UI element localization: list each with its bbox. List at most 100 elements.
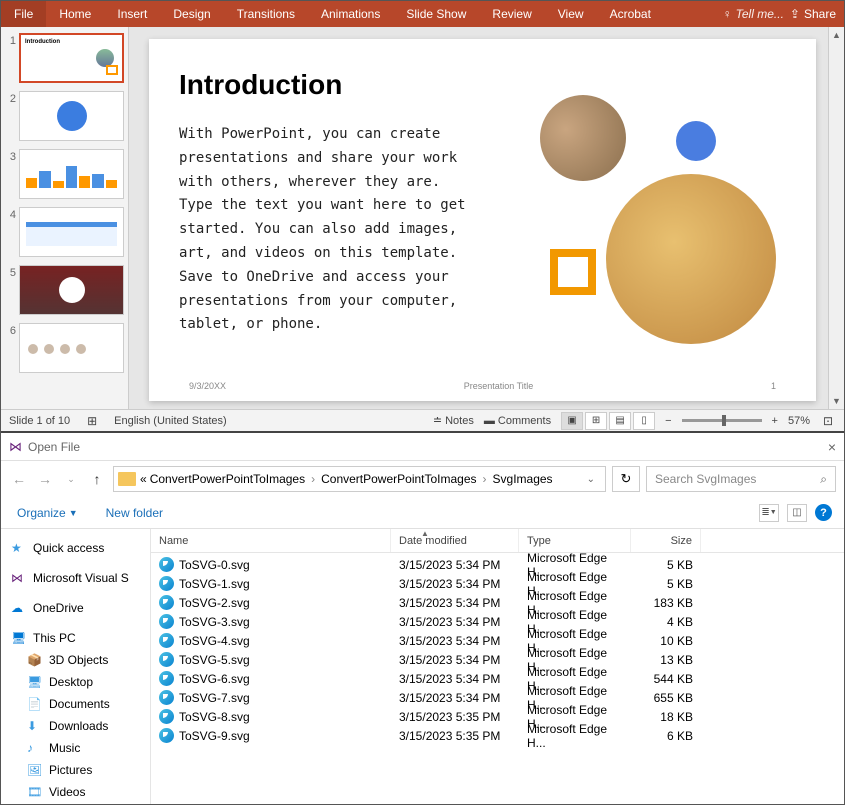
slide-body-text[interactable]: With PowerPoint, you can create presenta… (179, 123, 479, 337)
file-size: 5 KB (631, 555, 701, 574)
file-row[interactable]: ToSVG-4.svg3/15/2023 5:34 PMMicrosoft Ed… (151, 631, 844, 650)
edge-file-icon (159, 614, 174, 629)
refresh-button[interactable]: ↻ (612, 466, 640, 492)
thumbnail-6[interactable] (19, 323, 124, 373)
scroll-up-icon[interactable]: ▲ (829, 27, 844, 43)
reading-view-button[interactable]: ▤ (609, 412, 631, 430)
zoom-out-button[interactable]: − (665, 415, 671, 427)
scroll-down-icon[interactable]: ▼ (829, 393, 844, 409)
folder-icon: ♪ (27, 741, 43, 755)
nav-this-pc[interactable]: 🖥This PC (5, 627, 146, 649)
breadcrumb-seg[interactable]: ConvertPowerPointToImages (147, 470, 308, 488)
tab-insert[interactable]: Insert (104, 1, 160, 27)
slide-thumbnails[interactable]: 1Introduction 2 3 4 5 6 (1, 27, 129, 409)
folder-icon: 🎞 (27, 785, 43, 799)
thumbnail-5[interactable] (19, 265, 124, 315)
file-row[interactable]: ToSVG-0.svg3/15/2023 5:34 PMMicrosoft Ed… (151, 555, 844, 574)
thumbnail-3[interactable] (19, 149, 124, 199)
zoom-in-button[interactable]: + (772, 415, 778, 427)
tab-review[interactable]: Review (479, 1, 544, 27)
search-input[interactable]: Search SvgImages ⌕ (646, 466, 836, 492)
slide-shape-square[interactable] (550, 249, 596, 295)
accessibility-icon[interactable]: ⊞ (84, 413, 100, 429)
slideshow-view-button[interactable]: ▯ (633, 412, 655, 430)
chevron-right-icon[interactable]: › (311, 472, 315, 486)
thumbnail-4[interactable] (19, 207, 124, 257)
forward-button[interactable]: → (35, 469, 55, 489)
col-type[interactable]: Type (519, 529, 631, 552)
thumbnail-2[interactable] (19, 91, 124, 141)
file-date: 3/15/2023 5:34 PM (391, 688, 519, 707)
tab-acrobat[interactable]: Acrobat (597, 1, 664, 27)
file-type: Microsoft Edge H... (519, 726, 631, 745)
normal-view-button[interactable]: ▣ (561, 412, 583, 430)
file-row[interactable]: ToSVG-9.svg3/15/2023 5:35 PMMicrosoft Ed… (151, 726, 844, 745)
folder-icon: 📦 (27, 653, 43, 667)
language-indicator[interactable]: English (United States) (114, 415, 227, 427)
slide-shape-circle[interactable] (676, 121, 716, 161)
file-date: 3/15/2023 5:34 PM (391, 593, 519, 612)
help-button[interactable]: ? (815, 504, 832, 521)
tab-view[interactable]: View (545, 1, 597, 27)
file-row[interactable]: ToSVG-3.svg3/15/2023 5:34 PMMicrosoft Ed… (151, 612, 844, 631)
slide-title[interactable]: Introduction (179, 69, 786, 101)
nav-item-pictures[interactable]: 🖼Pictures (5, 759, 146, 781)
comments-button[interactable]: ▬ Comments (484, 415, 551, 427)
vertical-scrollbar[interactable]: ▲ ▼ (828, 27, 844, 409)
address-dropdown[interactable]: ⌄ (581, 474, 601, 485)
nav-item-music[interactable]: ♪Music (5, 737, 146, 759)
nav-onedrive[interactable]: ☁OneDrive (5, 597, 146, 619)
tab-home[interactable]: Home (46, 1, 104, 27)
up-button[interactable]: ↑ (87, 469, 107, 489)
notes-button[interactable]: ≐ Notes (433, 414, 474, 427)
ribbon: File Home Insert Design Transitions Anim… (1, 1, 844, 27)
breadcrumb-seg[interactable]: SvgImages (490, 470, 556, 488)
search-placeholder: Search SvgImages (655, 472, 756, 486)
new-folder-button[interactable]: New folder (102, 504, 167, 522)
thumbnail-1[interactable]: Introduction (19, 33, 124, 83)
tab-animations[interactable]: Animations (308, 1, 393, 27)
slide-image-1[interactable] (540, 95, 626, 181)
nav-item-documents[interactable]: 📄Documents (5, 693, 146, 715)
close-button[interactable]: × (828, 439, 836, 455)
tab-design[interactable]: Design (160, 1, 223, 27)
share-button[interactable]: ⇪Share (790, 7, 836, 21)
preview-pane-button[interactable]: ◫ (787, 504, 807, 522)
thumb-num: 5 (5, 265, 19, 279)
col-size[interactable]: Size (631, 529, 701, 552)
nav-item-downloads[interactable]: ⬇Downloads (5, 715, 146, 737)
nav-item-desktop[interactable]: 🖥Desktop (5, 671, 146, 693)
chevron-right-icon[interactable]: › (483, 472, 487, 486)
tell-me-search[interactable]: ♀Tell me... (723, 7, 784, 21)
slide-canvas[interactable]: Introduction With PowerPoint, you can cr… (149, 39, 816, 401)
file-row[interactable]: ToSVG-1.svg3/15/2023 5:34 PMMicrosoft Ed… (151, 574, 844, 593)
column-headers: Name ▲ Date modified Type Size (151, 529, 844, 553)
tab-transitions[interactable]: Transitions (224, 1, 308, 27)
nav-item-videos[interactable]: 🎞Videos (5, 781, 146, 803)
file-row[interactable]: ToSVG-6.svg3/15/2023 5:34 PMMicrosoft Ed… (151, 669, 844, 688)
nav-item-3d-objects[interactable]: 📦3D Objects (5, 649, 146, 671)
file-name: ToSVG-9.svg (179, 729, 250, 743)
nav-visual-studio[interactable]: ⋈Microsoft Visual S (5, 567, 146, 589)
file-row[interactable]: ToSVG-5.svg3/15/2023 5:34 PMMicrosoft Ed… (151, 650, 844, 669)
organize-button[interactable]: Organize ▼ (13, 504, 82, 522)
file-row[interactable]: ToSVG-2.svg3/15/2023 5:34 PMMicrosoft Ed… (151, 593, 844, 612)
back-button[interactable]: ← (9, 469, 29, 489)
zoom-slider[interactable] (682, 419, 762, 422)
slide-image-2[interactable] (606, 174, 776, 344)
zoom-level[interactable]: 57% (788, 415, 810, 427)
nav-quick-access[interactable]: ★Quick access (5, 537, 146, 559)
file-row[interactable]: ToSVG-7.svg3/15/2023 5:34 PMMicrosoft Ed… (151, 688, 844, 707)
fit-window-button[interactable]: ⊡ (820, 413, 836, 429)
breadcrumb-seg[interactable]: ConvertPowerPointToImages (318, 470, 479, 488)
address-bar[interactable]: « ConvertPowerPointToImages › ConvertPow… (113, 466, 606, 492)
col-name[interactable]: Name (151, 529, 391, 552)
sorter-view-button[interactable]: ⊞ (585, 412, 607, 430)
recent-dropdown[interactable]: ⌄ (61, 469, 81, 489)
file-row[interactable]: ToSVG-8.svg3/15/2023 5:35 PMMicrosoft Ed… (151, 707, 844, 726)
file-name: ToSVG-0.svg (179, 558, 250, 572)
col-date[interactable]: Date modified (391, 529, 519, 552)
view-options-button[interactable]: ≣ ▼ (759, 504, 779, 522)
tab-slideshow[interactable]: Slide Show (393, 1, 479, 27)
tab-file[interactable]: File (1, 1, 46, 27)
